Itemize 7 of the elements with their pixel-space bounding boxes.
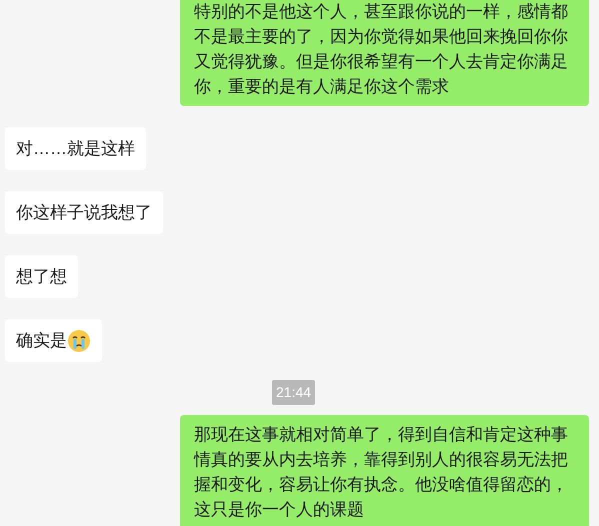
timestamp: 21:44 — [272, 380, 316, 405]
received-message: 想了想 — [5, 255, 78, 298]
sent-message: 特别的不是他这个人，甚至跟你说的一样，感情都不是最主要的了，因为你觉得如果他回来挽回你你又觉得犹豫。但是你很希望有一个人去肯定你满足你，重要的是有人满足你这个需求 — [180, 0, 589, 106]
received-message: 对……就是这样 — [5, 127, 146, 170]
sent-message: 那现在这事就相对简单了，得到自信和肯定这种事情真的要从内去培养，靠得到别人的很容易无法把握和变化，容易让你有执念。他没啥值得留恋的，这只是你一个人的课题 — [180, 415, 589, 526]
message-text: 确实是 — [16, 330, 67, 352]
received-message: 你这样子说我想了 — [5, 191, 163, 234]
